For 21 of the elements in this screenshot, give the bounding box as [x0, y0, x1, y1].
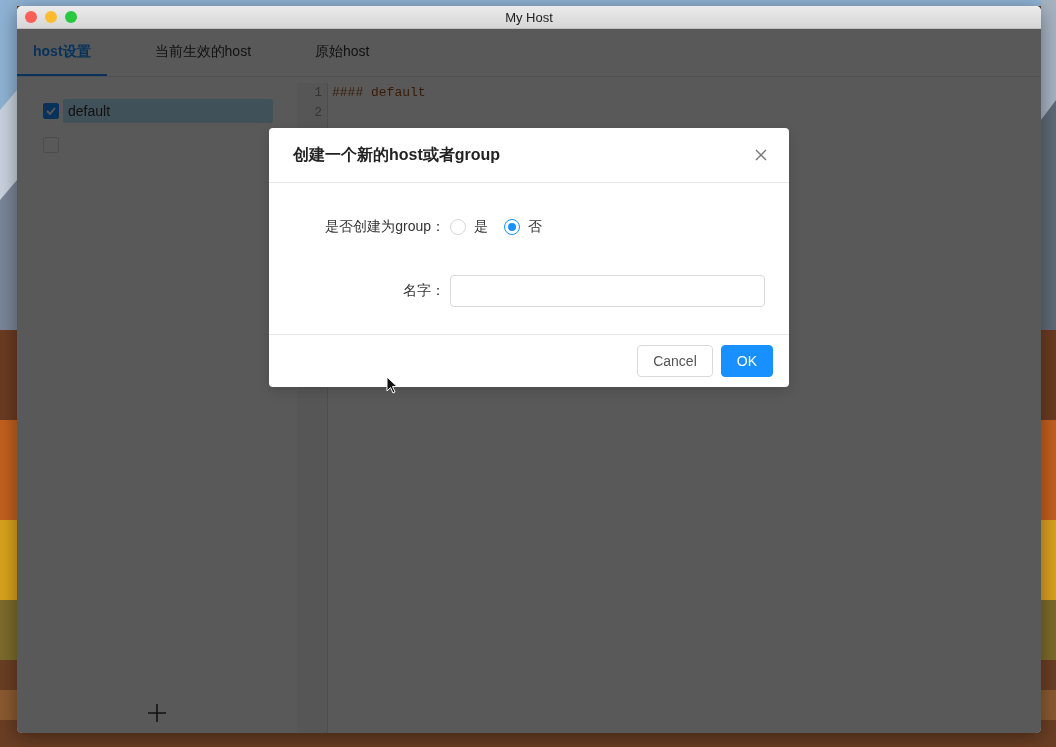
tab[interactable]: 当前生效的host [138, 29, 268, 76]
dialog-title: 创建一个新的host或者group [293, 144, 501, 165]
tab[interactable]: 原始host [299, 29, 386, 76]
check-icon [46, 107, 56, 115]
window-control-icon[interactable] [25, 11, 37, 23]
field-label: 是否创建为group： [324, 218, 445, 236]
cancel-button[interactable]: Cancel [637, 345, 713, 377]
checkbox[interactable] [43, 103, 59, 119]
close-icon[interactable] [755, 149, 767, 161]
window-title: My Host [505, 9, 553, 25]
window-control-icon[interactable] [45, 11, 57, 23]
ok-button[interactable]: OK [720, 345, 773, 377]
name-field[interactable] [450, 275, 765, 307]
window-control-icon[interactable] [65, 11, 77, 23]
sidebar-item[interactable]: default [63, 99, 273, 123]
radio-option[interactable]: 是 [450, 218, 488, 236]
add-icon[interactable] [147, 703, 167, 723]
tab[interactable]: host设置 [17, 29, 107, 76]
code-line: #### default [332, 84, 426, 102]
radio-option[interactable]: 否 [504, 218, 542, 236]
field-label: 名字： [402, 282, 445, 300]
